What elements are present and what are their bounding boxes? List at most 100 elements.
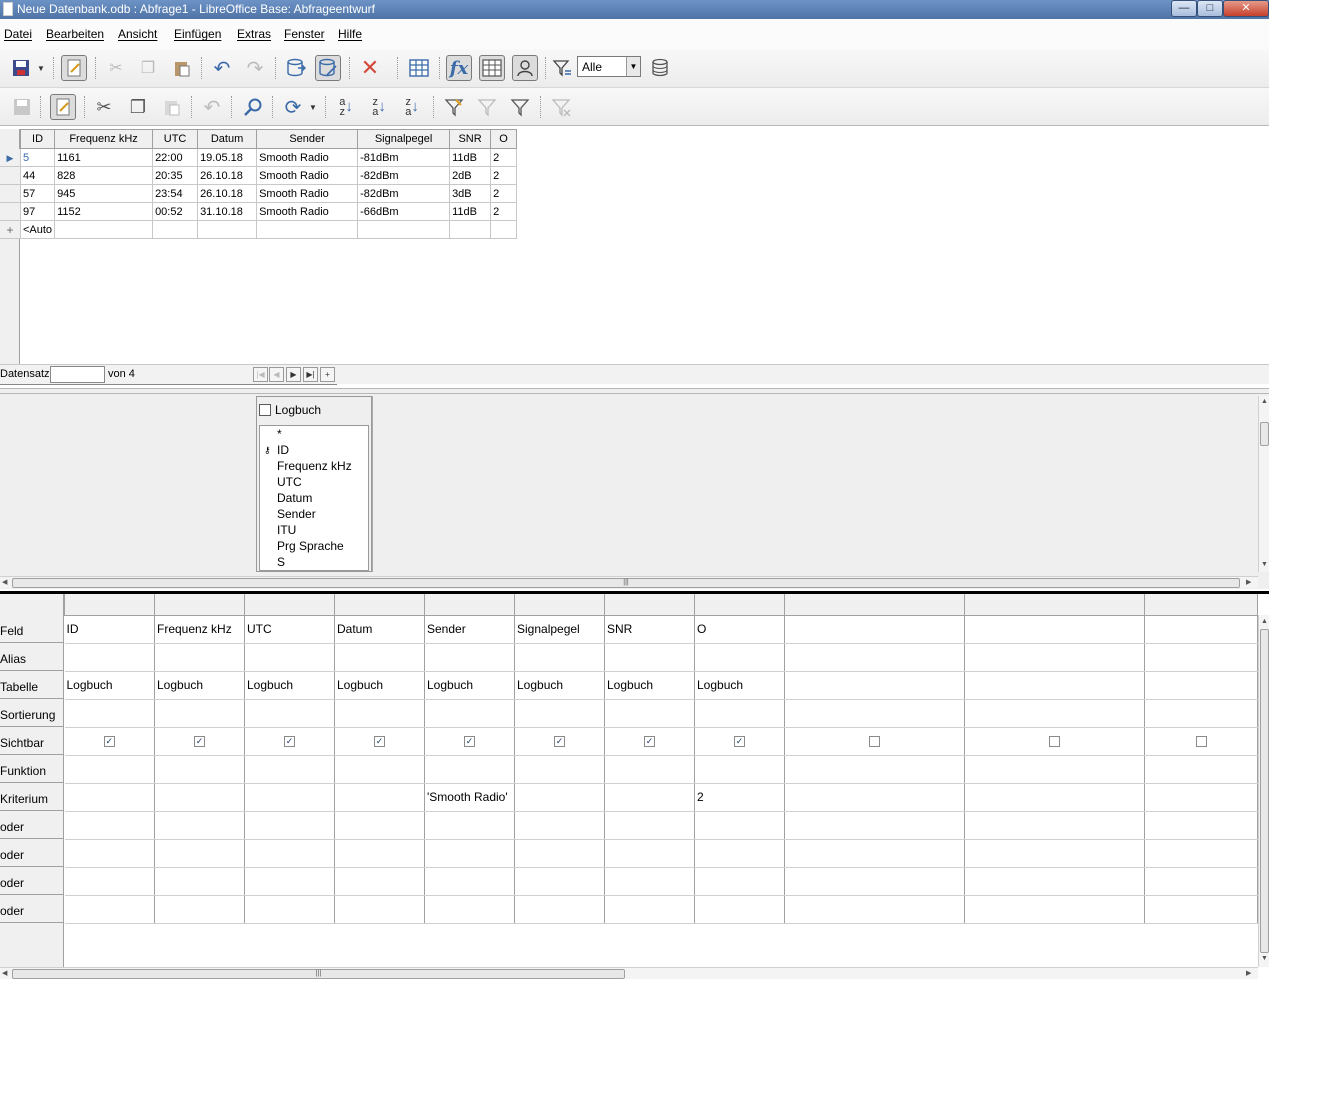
table-cell[interactable]	[197, 220, 258, 239]
table-cell[interactable]: 26.10.18	[197, 184, 258, 203]
table-cell[interactable]: 2	[490, 148, 518, 167]
table-window-header[interactable]: Logbuch	[259, 403, 321, 417]
or-cell[interactable]	[64, 811, 155, 840]
maximize-button[interactable]: □	[1197, 0, 1223, 17]
column-header[interactable]: Sender	[256, 129, 359, 149]
table-cell[interactable]: 2dB	[449, 166, 492, 185]
field-cell[interactable]: Sender	[424, 615, 515, 644]
field-list-item[interactable]: Sender	[260, 506, 368, 522]
paste-icon[interactable]	[169, 55, 195, 81]
visible-cell[interactable]: ✓	[154, 727, 245, 756]
redo-icon[interactable]: ↷	[242, 55, 268, 81]
edit-data-icon[interactable]	[50, 94, 76, 120]
table-cell[interactable]: 3dB	[449, 184, 492, 203]
table-cell[interactable]	[784, 671, 965, 700]
table-cell[interactable]: -82dBm	[357, 166, 451, 185]
table-cell[interactable]: 26.10.18	[197, 166, 258, 185]
sort-cell[interactable]	[154, 699, 245, 728]
design-column-header[interactable]	[694, 594, 785, 616]
table-cell[interactable]	[357, 220, 451, 239]
menu-bearbeiten[interactable]: Bearbeiten	[46, 27, 104, 41]
sort-cell[interactable]	[694, 699, 785, 728]
sort-icon[interactable]: z a ↓	[399, 94, 425, 120]
table-cell[interactable]	[54, 220, 154, 239]
find-record-icon[interactable]	[240, 94, 266, 120]
criterion-cell[interactable]	[334, 783, 425, 812]
table-cell[interactable]: Logbuch	[604, 671, 695, 700]
table-cell[interactable]: -82dBm	[357, 184, 451, 203]
vertical-scrollbar[interactable]: ▲ ▼	[1258, 615, 1269, 967]
field-cell[interactable]: SNR	[604, 615, 695, 644]
table-cell[interactable]: Smooth Radio	[256, 148, 359, 167]
or-cell[interactable]	[424, 811, 515, 840]
alias-cell[interactable]	[514, 643, 605, 672]
scroll-left-icon[interactable]: ◀	[2, 969, 7, 977]
field-cell[interactable]	[784, 615, 965, 644]
row-header[interactable]	[0, 203, 20, 221]
run-query-icon[interactable]	[283, 55, 309, 81]
table-cell[interactable]: Smooth Radio	[256, 202, 359, 221]
sort-cell[interactable]	[604, 699, 695, 728]
or-cell[interactable]	[334, 867, 425, 896]
field-cell[interactable]	[1144, 615, 1258, 644]
refresh-icon[interactable]: ⟳	[280, 94, 306, 120]
design-column-header[interactable]	[1144, 594, 1258, 616]
or-cell[interactable]	[784, 867, 965, 896]
checkbox-checked-icon[interactable]: ✓	[284, 736, 295, 748]
table-cell[interactable]: 11dB	[449, 148, 492, 167]
or-cell[interactable]	[154, 811, 245, 840]
table-row[interactable]: 57 945 23:54 26.10.18 Smooth Radio -82dB…	[19, 184, 518, 203]
previous-record-icon[interactable]: ◀	[269, 367, 284, 382]
scroll-right-icon[interactable]: ▶	[1246, 578, 1251, 586]
row-header[interactable]	[0, 185, 20, 203]
design-column-header[interactable]	[64, 594, 155, 616]
alias-cell[interactable]	[424, 643, 515, 672]
functions-icon[interactable]: fx	[446, 55, 472, 81]
or-cell[interactable]	[514, 839, 605, 868]
limit-icon[interactable]	[647, 55, 673, 81]
add-tables-icon[interactable]	[406, 55, 432, 81]
menu-fenster[interactable]: Fenster	[284, 27, 325, 41]
field-cell[interactable]: ID	[64, 615, 155, 644]
checkbox-checked-icon[interactable]: ✓	[554, 736, 565, 748]
function-cell[interactable]	[964, 755, 1145, 784]
table-cell[interactable]: 97	[19, 202, 56, 221]
table-cell[interactable]: 00:52	[152, 202, 199, 221]
cut-icon[interactable]: ✂	[91, 94, 117, 120]
visible-cell[interactable]: ✓	[694, 727, 785, 756]
or-cell[interactable]	[244, 839, 335, 868]
chevron-down-icon[interactable]: ▼	[626, 57, 640, 76]
sort-cell[interactable]	[1144, 699, 1258, 728]
table-cell[interactable]: 1152	[54, 202, 154, 221]
function-cell[interactable]	[64, 755, 155, 784]
table-cell[interactable]	[964, 671, 1145, 700]
standard-filter-icon[interactable]	[507, 94, 533, 120]
field-cell[interactable]: O	[694, 615, 785, 644]
table-canvas[interactable]	[372, 396, 1258, 572]
table-cell[interactable]	[1144, 671, 1258, 700]
column-header[interactable]: Datum	[197, 129, 258, 149]
save-icon[interactable]	[8, 55, 34, 81]
field-list-item[interactable]: ⚷ ID	[260, 442, 368, 458]
visible-cell[interactable]	[964, 727, 1145, 756]
table-row[interactable]: 44 828 20:35 26.10.18 Smooth Radio -82dB…	[19, 166, 518, 185]
visible-cell[interactable]: ✓	[64, 727, 155, 756]
or-cell[interactable]	[154, 895, 245, 924]
reset-filter-icon[interactable]	[548, 94, 574, 120]
table-cell[interactable]: 945	[54, 184, 154, 203]
sort-cell[interactable]	[424, 699, 515, 728]
alias-cell[interactable]	[64, 643, 155, 672]
or-cell[interactable]	[1144, 867, 1258, 896]
table-cell[interactable]: 828	[54, 166, 154, 185]
checkbox-checked-icon[interactable]: ✓	[103, 736, 115, 748]
or-cell[interactable]	[514, 895, 605, 924]
distinct-values-icon[interactable]	[549, 55, 575, 81]
field-list-item[interactable]: *	[260, 426, 368, 442]
checkbox-unchecked-icon[interactable]	[1195, 736, 1207, 748]
sort-descending-icon[interactable]: z a ↓	[366, 94, 392, 120]
or-cell[interactable]	[244, 867, 335, 896]
or-cell[interactable]	[514, 867, 605, 896]
or-cell[interactable]	[424, 839, 515, 868]
or-cell[interactable]	[424, 895, 515, 924]
table-cell[interactable]: 19.05.18	[197, 148, 258, 167]
